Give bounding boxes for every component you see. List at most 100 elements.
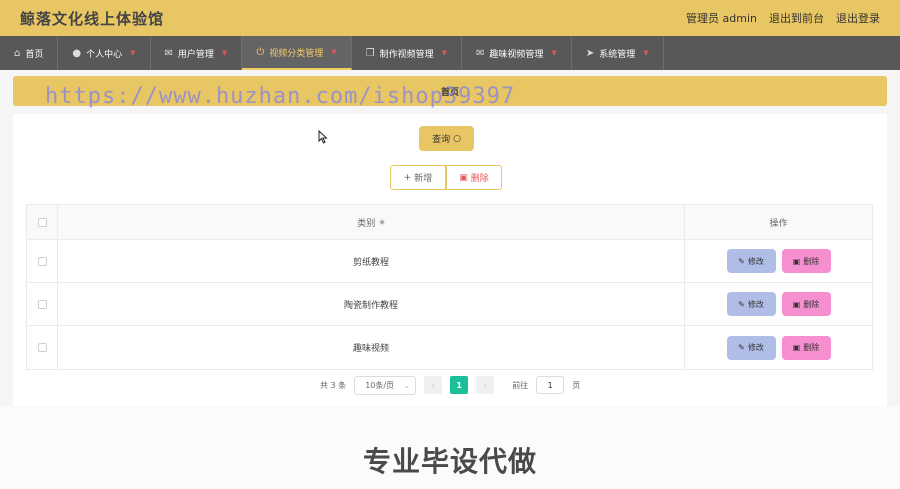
trash-icon: ▣ [792, 256, 801, 266]
delete-row-button[interactable]: ▣ 删除 [781, 335, 831, 360]
table-body: 剪纸教程 ✎ 修改 ▣ 删除 陶瓷制作教程 ✎ 修改 ▣ 删除 趣味视频 ✎ 修改 ▣ 删除 [27, 240, 872, 369]
edit-icon: ✎ [738, 343, 745, 352]
delete-row-label: 删除 [803, 343, 820, 352]
edit-button[interactable]: ✎ 修改 [726, 335, 776, 360]
copy-icon: ❐ [365, 47, 375, 59]
query-button-label: 查询 [432, 135, 451, 145]
nav-item-1[interactable]: ● 个人中心 ▼ [58, 36, 151, 70]
main-nav: ⌂ 首页 ● 个人中心 ▼ ✉ 用户管理 ▼ ⏻ 视频分类管理 ▼ ❐ 制作视频管理 ▼ ✉ 趣味视频管理 ▼ ➤… [0, 36, 900, 70]
total-count: 共 3 条 [320, 380, 347, 390]
add-button-label: 新增 [414, 174, 433, 184]
breadcrumb-home[interactable]: 首页 [441, 85, 459, 98]
app-title: 鲸落文化线上体验馆 [20, 9, 165, 28]
actions-column-header: 操作 [685, 205, 872, 239]
row-check-cell [27, 326, 58, 369]
page-size-value: 10条/页 [365, 380, 395, 390]
top-header: 鲸落文化线上体验馆 管理员 admin 退出到前台 退出登录 [0, 0, 900, 36]
actions-header-label: 操作 [769, 218, 788, 229]
nav-item-3[interactable]: ⏻ 视频分类管理 ▼ [242, 36, 352, 70]
category-value: 陶瓷制作教程 [343, 300, 398, 311]
nav-item-label: 系统管理 [599, 49, 636, 60]
admin-user-link[interactable]: 管理员 admin [686, 10, 757, 26]
category-cell: 趣味视频 [58, 326, 685, 369]
delete-row-button[interactable]: ▣ 删除 [781, 249, 831, 273]
nav-item-label: 视频分类管理 [269, 48, 324, 59]
category-header-label: 类别 [357, 218, 376, 229]
user-icon: ● [72, 47, 82, 59]
nav-item-4[interactable]: ❐ 制作视频管理 ▼ [352, 36, 463, 70]
breadcrumb: 首页 [13, 76, 887, 106]
jump-page-input[interactable]: 1 [536, 376, 565, 394]
nav-item-label: 个人中心 [86, 49, 123, 60]
actions-cell: ✎ 修改 ▣ 删除 [685, 326, 872, 369]
category-table: 类别 ◆ 操作 剪纸教程 ✎ 修改 ▣ 删除 陶瓷制作教程 ✎ 修改 ▣ 删除 趣味视频 ✎ 修改 ▣ 删除 [26, 204, 873, 370]
edit-button-label: 修改 [747, 256, 764, 266]
edit-icon: ✎ [738, 256, 745, 266]
nav-item-label: 制作视频管理 [379, 49, 434, 60]
chevron-down-icon: ▼ [331, 48, 337, 56]
logout-link[interactable]: 退出登录 [836, 10, 880, 26]
category-cell: 陶瓷制作教程 [58, 283, 685, 325]
delete-row-label: 删除 [803, 299, 820, 309]
delete-row-label: 删除 [803, 256, 820, 266]
page-size-select[interactable]: 10条/页 ⌄ [354, 375, 417, 395]
query-button[interactable]: 查询 ○ [419, 126, 474, 151]
row-checkbox[interactable] [37, 256, 47, 266]
jump-suffix: 页 [572, 380, 581, 390]
next-page-button[interactable]: › [476, 376, 495, 394]
delete-row-button[interactable]: ▣ 删除 [781, 292, 831, 316]
home-icon: ⌂ [14, 47, 21, 59]
edit-button-label: 修改 [747, 343, 764, 352]
table-row: 陶瓷制作教程 ✎ 修改 ▣ 删除 [27, 283, 872, 326]
nav-item-label: 趣味视频管理 [489, 49, 544, 60]
chevron-down-icon: ▼ [643, 49, 649, 57]
jump-prefix: 前往 [512, 380, 529, 390]
table-row: 剪纸教程 ✎ 修改 ▣ 删除 [27, 240, 872, 283]
nav-item-label: 首页 [25, 49, 44, 60]
edit-button[interactable]: ✎ 修改 [726, 292, 776, 316]
row-check-cell [27, 240, 58, 282]
category-value: 趣味视频 [352, 344, 389, 354]
trash-icon: ▣ [792, 343, 801, 352]
mail-icon: ✉ [476, 47, 485, 59]
trash-icon: ▣ [459, 172, 468, 183]
batch-delete-button[interactable]: ▣ 删除 [446, 165, 502, 190]
power-icon: ⏻ [256, 46, 265, 58]
nav-item-label: 用户管理 [177, 49, 214, 60]
mouse-cursor-icon [318, 130, 328, 144]
chevron-down-icon: ▼ [441, 49, 448, 57]
footer-ad-text: 专业毕设代做 [362, 445, 537, 478]
row-checkbox[interactable] [37, 343, 47, 352]
category-column-header[interactable]: 类别 ◆ [58, 205, 685, 239]
header-links: 管理员 admin 退出到前台 退出登录 [686, 10, 880, 26]
chevron-down-icon: ▼ [130, 49, 136, 57]
page-number-current[interactable]: 1 [450, 376, 469, 394]
select-all-cell [27, 205, 58, 239]
add-button[interactable]: + 新增 [390, 165, 446, 190]
nav-item-0[interactable]: ⌂ 首页 [0, 36, 59, 70]
table-header: 类别 ◆ 操作 [27, 205, 872, 240]
select-all-checkbox[interactable] [37, 217, 47, 227]
chevron-down-icon: ▼ [221, 49, 228, 57]
chevron-down-icon: ⌄ [403, 380, 411, 390]
exit-to-frontend-link[interactable]: 退出到前台 [769, 10, 824, 26]
nav-item-6[interactable]: ➤ 系统管理 ▼ [572, 36, 664, 70]
edit-button[interactable]: ✎ 修改 [726, 249, 776, 273]
batch-delete-label: 删除 [470, 174, 489, 184]
actions-cell: ✎ 修改 ▣ 删除 [685, 283, 872, 325]
edit-icon: ✎ [738, 299, 745, 309]
prev-page-button[interactable]: ‹ [424, 376, 443, 394]
plus-icon: + [403, 172, 412, 183]
mail-icon: ✉ [164, 47, 173, 59]
row-checkbox[interactable] [37, 299, 47, 309]
actions-cell: ✎ 修改 ▣ 删除 [685, 240, 872, 282]
category-cell: 剪纸教程 [58, 240, 685, 282]
send-icon: ➤ [585, 47, 595, 59]
category-value: 剪纸教程 [352, 257, 389, 268]
chevron-down-icon: ▼ [551, 49, 557, 57]
nav-item-5[interactable]: ✉ 趣味视频管理 ▼ [462, 36, 572, 70]
nav-item-2[interactable]: ✉ 用户管理 ▼ [151, 36, 243, 70]
edit-button-label: 修改 [747, 299, 764, 309]
sort-icon[interactable]: ◆ [379, 218, 384, 226]
pagination: 共 3 条 10条/页 ⌄ ‹ 1 › 前往 1 页 [320, 375, 580, 395]
